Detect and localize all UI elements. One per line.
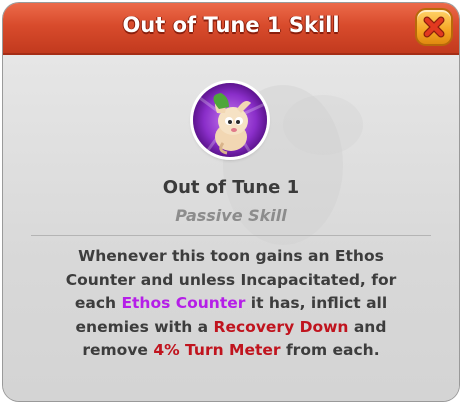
description-text: Whenever this toon gains an Ethos <box>78 247 384 265</box>
skill-portrait <box>193 83 267 157</box>
description-text: remove <box>82 341 154 359</box>
skill-dialog: Out of Tune 1 Skill Out of Tune 1 Passiv… <box>3 3 459 401</box>
description-text: it has, inflict all <box>245 294 388 312</box>
turn-meter-keyword: 4% Turn Meter <box>153 341 281 359</box>
dialog-body: Out of Tune 1 Passive Skill Whenever thi… <box>3 55 459 401</box>
description-line: Whenever this toon gains an Ethos <box>23 245 439 269</box>
description-line: Counter and unless Incapacitated, for <box>23 269 439 293</box>
description-line: enemies with a Recovery Down and <box>23 316 439 340</box>
skill-type: Passive Skill <box>175 206 287 225</box>
description-line: each Ethos Counter it has, inflict all <box>23 292 439 316</box>
close-button[interactable] <box>415 8 453 46</box>
close-x-icon <box>423 16 445 38</box>
description-line: remove 4% Turn Meter from each. <box>23 339 439 363</box>
dialog-title: Out of Tune 1 Skill <box>122 13 340 37</box>
toon-portrait-icon <box>193 83 267 157</box>
ethos-counter-keyword: Ethos Counter <box>121 294 246 312</box>
description-text: enemies with a <box>75 317 214 336</box>
skill-description: Whenever this toon gains an Ethos Counte… <box>23 245 439 363</box>
recovery-down-keyword: Recovery Down <box>213 317 349 336</box>
dialog-header: Out of Tune 1 Skill <box>3 3 459 55</box>
description-text: from each. <box>280 341 380 359</box>
divider <box>31 235 431 236</box>
description-text: and <box>348 317 387 336</box>
skill-name: Out of Tune 1 <box>162 177 300 198</box>
description-text: each <box>74 294 122 312</box>
description-text: Counter and unless Incapacitated, for <box>65 270 397 289</box>
